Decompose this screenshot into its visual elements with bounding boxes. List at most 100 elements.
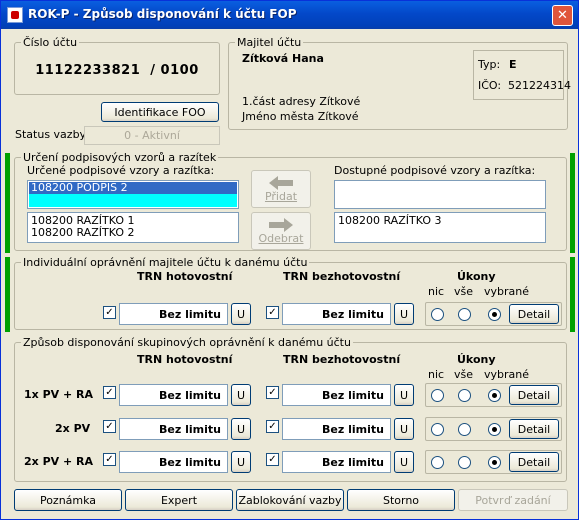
radio-vybrane[interactable] [488,308,501,321]
noncash-limit-field[interactable]: Bez limitu [282,384,391,406]
cash-u-button[interactable]: U [231,303,251,325]
cash-checkbox[interactable]: ✓ [103,453,116,466]
cash-u-button[interactable]: U [231,418,251,440]
type-label: Typ: [478,58,501,71]
owner-name: Zítková Hana [242,52,324,65]
noncash-limit-field[interactable]: Bez limitu [282,451,391,473]
radio-nic[interactable] [431,456,444,469]
group-rights-label: Způsob disponování skupinových oprávnění… [21,336,353,349]
noncash-u-button[interactable]: U [394,418,414,440]
cash-u-button[interactable]: U [231,384,251,406]
individual-rights-label: Individuální oprávnění majitele účtu k d… [21,256,310,269]
ico-label: IČO: [478,79,502,92]
status-field: 0 - Aktivní [84,126,220,145]
remove-button-label: Odebrat [258,231,304,245]
signature-group: Určení podpisových vzorů a razítek Určen… [14,151,567,251]
available-label: Dostupné podpisové vzory a razítka: [334,164,536,177]
detail-button[interactable]: Detail [509,452,559,472]
group-row: 1x PV + RA ✓ Bez limitu U ✓ Bez limitu U… [15,383,566,407]
add-button[interactable]: Přidat [251,170,311,208]
cash-limit-field[interactable]: Bez limitu [119,451,228,473]
group-row-name: 2x PV [55,422,91,435]
green-marker-right [570,257,575,332]
assigned-label: Určené podpisové vzory a razítka: [27,164,215,177]
status-label: Status vazby [15,128,87,141]
nic-label: nic [428,368,445,381]
window-title: ROK-P - Způsob disponování k účtu FOP [28,7,297,21]
noncash-limit-field[interactable]: Bez limitu [282,418,391,440]
cash-checkbox[interactable]: ✓ [103,306,116,319]
radio-nic[interactable] [431,423,444,436]
radio-vse[interactable] [458,389,471,402]
assigned-signature-item[interactable]: 108200 PODPIS 2 [29,182,237,194]
noncash-u-button[interactable]: U [394,303,414,325]
vse-label: vše [454,368,474,381]
radio-vse[interactable] [458,423,471,436]
available-signatures-list[interactable] [334,180,546,209]
account-owner-label: Majitel účtu [235,36,304,49]
cash-checkbox[interactable]: ✓ [103,420,116,433]
radio-vybrane[interactable] [488,456,501,469]
individual-rights-group: Individuální oprávnění majitele účtu k d… [14,256,567,330]
arrow-right-icon [269,217,293,232]
cyan-highlight-row [29,194,237,207]
close-button[interactable]: ✕ [552,5,573,26]
ukony-box: Detail [425,383,562,407]
add-button-label: Přidat [264,189,298,203]
group-rights-group: Způsob disponování skupinových oprávnění… [14,336,567,482]
detail-button[interactable]: Detail [509,419,559,439]
cash-limit-field[interactable]: Bez limitu [119,418,228,440]
identifikace-button[interactable]: Identifikace FOO [101,102,219,122]
app-icon [7,7,23,23]
cash-checkbox[interactable]: ✓ [103,386,116,399]
noncash-u-button[interactable]: U [394,384,414,406]
available-stamp-item[interactable]: 108200 RAZÍTKO 3 [338,215,441,227]
vse-label: vše [454,285,474,298]
detail-button[interactable]: Detail [509,304,559,324]
radio-vse[interactable] [458,456,471,469]
assigned-signatures-list[interactable]: 108200 PODPIS 2 [27,180,239,209]
remove-button[interactable]: Odebrat [251,212,311,250]
radio-vse[interactable] [458,308,471,321]
noncash-limit-field[interactable]: Bez limitu [282,303,391,325]
arrow-left-icon [269,175,293,190]
ico-value: 521224314 [508,79,571,92]
zablokovani-button[interactable]: Zablokování vazby [236,489,344,511]
cash-u-button[interactable]: U [231,451,251,473]
radio-vybrane[interactable] [488,423,501,436]
green-marker-left [5,257,10,332]
type-value: E [509,58,517,71]
owner-address-1: 1.část adresy Zítkové [242,95,361,108]
owner-id-box: Typ: E IČO: 521224314 [473,50,571,100]
cash-limit-field[interactable]: Bez limitu [119,303,228,325]
assigned-stamps-list[interactable]: 108200 RAZÍTKO 1 108200 RAZÍTKO 2 [27,212,239,243]
cash-limit-field[interactable]: Bez limitu [119,384,228,406]
trn-noncash-header: TRN bezhotovostní [283,353,401,366]
group-row: 2x PV + RA ✓ Bez limitu U ✓ Bez limitu U… [15,450,566,474]
nic-label: nic [428,285,445,298]
noncash-checkbox[interactable]: ✓ [266,453,279,466]
ukony-box: Detail [425,417,562,441]
confirm-button[interactable]: Potvrď zadání [458,489,568,511]
title-bar[interactable]: ROK-P - Způsob disponování k účtu FOP ✕ [1,1,578,29]
vybrane-label: vybrané [484,368,530,381]
assigned-stamp-item[interactable]: 108200 RAZÍTKO 2 [31,227,134,239]
available-stamps-list[interactable]: 108200 RAZÍTKO 3 [334,212,546,243]
noncash-checkbox[interactable]: ✓ [266,306,279,319]
detail-button[interactable]: Detail [509,385,559,405]
trn-cash-header: TRN hotovostní [137,270,233,283]
poznamka-button[interactable]: Poznámka [14,489,122,511]
signature-group-label: Určení podpisových vzorů a razítek [21,151,219,164]
noncash-checkbox[interactable]: ✓ [266,420,279,433]
noncash-u-button[interactable]: U [394,451,414,473]
group-row-name: 2x PV + RA [24,455,94,468]
noncash-checkbox[interactable]: ✓ [266,386,279,399]
radio-nic[interactable] [431,389,444,402]
radio-nic[interactable] [431,308,444,321]
storno-button[interactable]: Storno [347,489,455,511]
radio-vybrane[interactable] [488,389,501,402]
expert-button[interactable]: Expert [125,489,233,511]
trn-cash-header: TRN hotovostní [137,353,233,366]
vybrane-label: vybrané [484,285,530,298]
group-row: 2x PV ✓ Bez limitu U ✓ Bez limitu U Deta… [15,417,566,441]
